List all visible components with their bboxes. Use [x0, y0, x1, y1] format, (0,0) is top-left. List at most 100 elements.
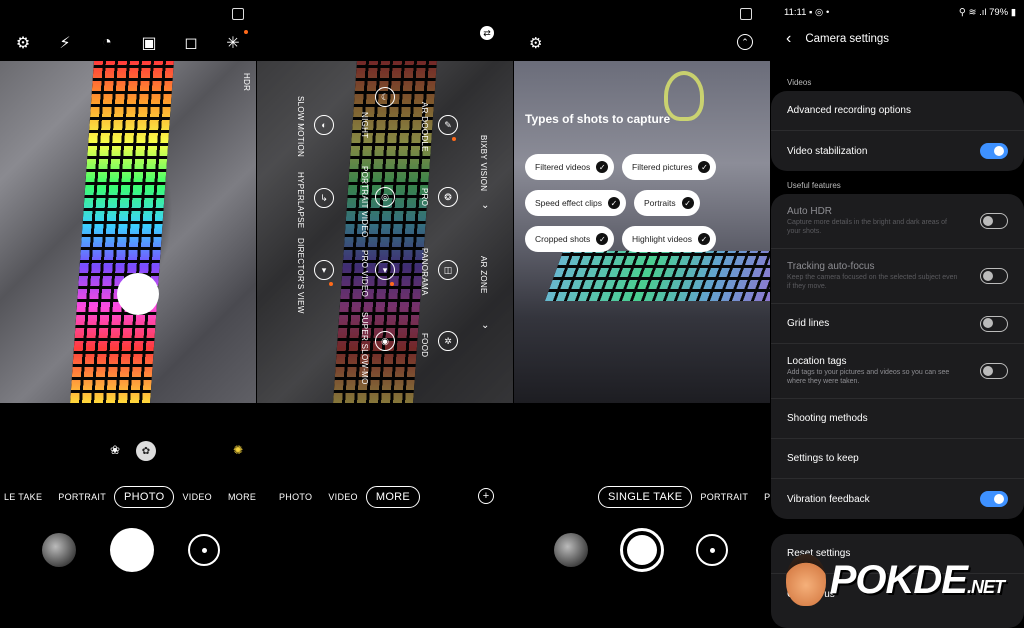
keyboard-image	[544, 251, 770, 301]
motion-photo-icon[interactable]: ◻	[180, 32, 202, 54]
directors-view-icon[interactable]: ▾	[314, 260, 334, 280]
viewfinder[interactable]: HDR	[0, 61, 256, 403]
check-icon: ✓	[596, 233, 609, 245]
panorama-icon[interactable]: ◫	[438, 260, 458, 280]
mode-pro[interactable]: PRO	[420, 188, 429, 206]
check-icon: ✓	[681, 197, 694, 209]
mode-night[interactable]: NIGHT	[360, 112, 369, 138]
add-mode-button[interactable]: +	[478, 488, 494, 504]
mode-selector: PHOTO VIDEO MORE	[271, 485, 513, 509]
watermark-text: POKDE.NET	[829, 557, 1005, 602]
chip-filtered-pictures[interactable]: Filtered pictures ✓	[622, 154, 717, 180]
auto-hdr-toggle[interactable]	[980, 213, 1008, 229]
row-video-stabilization[interactable]: Video stabilization	[771, 131, 1024, 171]
zoom-normal-icon[interactable]: ✿	[136, 441, 156, 461]
section-label-useful: Useful features	[787, 181, 841, 190]
switch-camera-icon[interactable]	[696, 534, 728, 566]
mode-hyperlapse[interactable]: HYPERLAPSE	[296, 172, 305, 228]
row-tracking-af[interactable]: Tracking auto-focus Keep the camera focu…	[771, 249, 1024, 304]
mode-ar-doodle[interactable]: AR DOODLE	[420, 102, 429, 152]
zoom-wide-icon[interactable]: ❀	[110, 443, 120, 457]
mode-photo[interactable]: PHOTO	[271, 492, 320, 502]
gallery-thumbnail[interactable]	[42, 533, 76, 567]
chevron-up-icon[interactable]: ⌃	[737, 34, 753, 50]
chip-portraits[interactable]: Portraits ✓	[634, 190, 700, 216]
pro-video-icon[interactable]: ▾	[375, 260, 395, 280]
chip-cropped-shots[interactable]: Cropped shots ✓	[525, 226, 615, 252]
food-icon[interactable]: ✲	[438, 331, 458, 351]
row-shooting-methods[interactable]: Shooting methods	[771, 399, 1024, 439]
gallery-thumbnail[interactable]	[554, 533, 588, 567]
focus-shutter-bubble[interactable]	[117, 273, 159, 315]
mode-bixby-vision[interactable]: BIXBY VISION	[479, 135, 488, 191]
slow-motion-icon[interactable]: ◐	[314, 115, 334, 135]
mode-super-slow-mo[interactable]: SUPER SLOW-MO	[360, 312, 369, 385]
hdr-label[interactable]: HDR	[242, 73, 251, 91]
ar-doodle-icon[interactable]: ✎	[438, 115, 458, 135]
mode-more[interactable]: MORE	[220, 492, 256, 502]
row-location-tags[interactable]: Location tags Add tags to your pictures …	[771, 344, 1024, 399]
chevron-down-icon[interactable]: ⌄	[481, 320, 489, 331]
hyperlapse-icon[interactable]: ↳	[314, 188, 334, 208]
window-icon[interactable]	[740, 8, 752, 20]
mode-ar-zone[interactable]: AR ZONE	[479, 256, 488, 294]
check-icon: ✓	[698, 161, 711, 173]
mode-pro-video[interactable]: PRO VIDEO	[360, 250, 369, 297]
settings-header: ‹ Camera settings	[786, 30, 889, 48]
mode-photo[interactable]: PHOT	[756, 492, 770, 502]
night-icon[interactable]: ☾	[375, 87, 395, 107]
chip-filtered-videos[interactable]: Filtered videos ✓	[525, 154, 615, 180]
row-settings-to-keep[interactable]: Settings to keep	[771, 439, 1024, 479]
videos-card: Advanced recording options Video stabili…	[771, 91, 1024, 171]
chip-speed-effect-clips[interactable]: Speed effect clips ✓	[525, 190, 626, 216]
tracking-af-toggle[interactable]	[980, 268, 1008, 284]
mode-single-take[interactable]: SINGLE TAKE	[598, 486, 693, 508]
gear-icon[interactable]: ⚙	[529, 34, 542, 52]
mode-portrait[interactable]: PORTRAIT	[50, 492, 114, 502]
portrait-video-icon[interactable]: ◎	[375, 187, 395, 207]
chip-highlight-videos[interactable]: Highlight videos ✓	[622, 226, 717, 252]
gear-icon[interactable]: ⚙	[12, 32, 34, 54]
mode-slow-motion[interactable]: SLOW MOTION	[296, 96, 305, 157]
edit-modes-icon[interactable]: ⇄	[480, 26, 494, 40]
super-slow-mo-icon[interactable]: ◉	[375, 331, 395, 351]
row-auto-hdr[interactable]: Auto HDR Capture more details in the bri…	[771, 194, 1024, 249]
flash-off-icon[interactable]: ⚡	[54, 32, 76, 54]
mode-portrait[interactable]: PORTRAIT	[692, 492, 756, 502]
mode-video[interactable]: VIDEO	[320, 492, 366, 502]
shutter-button[interactable]	[110, 528, 154, 572]
mode-selector: SINGLE TAKE PORTRAIT PHOT	[598, 485, 770, 509]
switch-camera-icon[interactable]	[188, 534, 220, 566]
location-tags-toggle[interactable]	[980, 363, 1008, 379]
row-vibration-feedback[interactable]: Vibration feedback	[771, 479, 1024, 519]
mode-directors-view[interactable]: DIRECTOR'S VIEW	[296, 238, 305, 314]
mode-panorama[interactable]: PANORAMA	[420, 248, 429, 296]
mode-food[interactable]: FOOD	[420, 333, 429, 357]
check-icon: ✓	[607, 197, 620, 209]
shutter-button[interactable]	[620, 528, 664, 572]
ratio-icon[interactable]: ▣	[138, 32, 160, 54]
shot-types-title: Types of shots to capture	[525, 112, 671, 126]
mode-photo[interactable]: PHOTO	[114, 486, 175, 508]
mode-selector: LE TAKE PORTRAIT PHOTO VIDEO MORE	[0, 485, 256, 509]
video-stabilization-toggle[interactable]	[980, 143, 1008, 159]
mode-single-take[interactable]: LE TAKE	[0, 492, 50, 502]
scene-optimizer-icon[interactable]: ✺	[233, 443, 243, 457]
window-icon[interactable]	[232, 8, 244, 20]
row-advanced-recording[interactable]: Advanced recording options	[771, 91, 1024, 131]
back-arrow-icon[interactable]: ‹	[786, 30, 791, 48]
filter-icon[interactable]: ✳	[222, 30, 248, 54]
camera-more-screen: ⇄ ◐ SLOW MOTION ↳ HYPERLAPSE ▾ DIRECTOR'…	[257, 0, 513, 628]
vibration-feedback-toggle[interactable]	[980, 491, 1008, 507]
pokde-watermark: POKDE.NET	[785, 554, 1005, 606]
row-grid-lines[interactable]: Grid lines	[771, 304, 1024, 344]
mode-portrait-video[interactable]: PORTRAIT VIDEO	[360, 166, 369, 237]
pro-icon[interactable]: ❂	[438, 187, 458, 207]
check-icon: ✓	[698, 233, 711, 245]
check-icon: ✓	[596, 161, 609, 173]
chevron-down-icon[interactable]: ⌄	[481, 200, 489, 211]
mode-more[interactable]: MORE	[365, 486, 421, 508]
timer-icon[interactable]: ◔	[96, 32, 118, 54]
grid-lines-toggle[interactable]	[980, 315, 1008, 332]
mode-video[interactable]: VIDEO	[174, 492, 220, 502]
